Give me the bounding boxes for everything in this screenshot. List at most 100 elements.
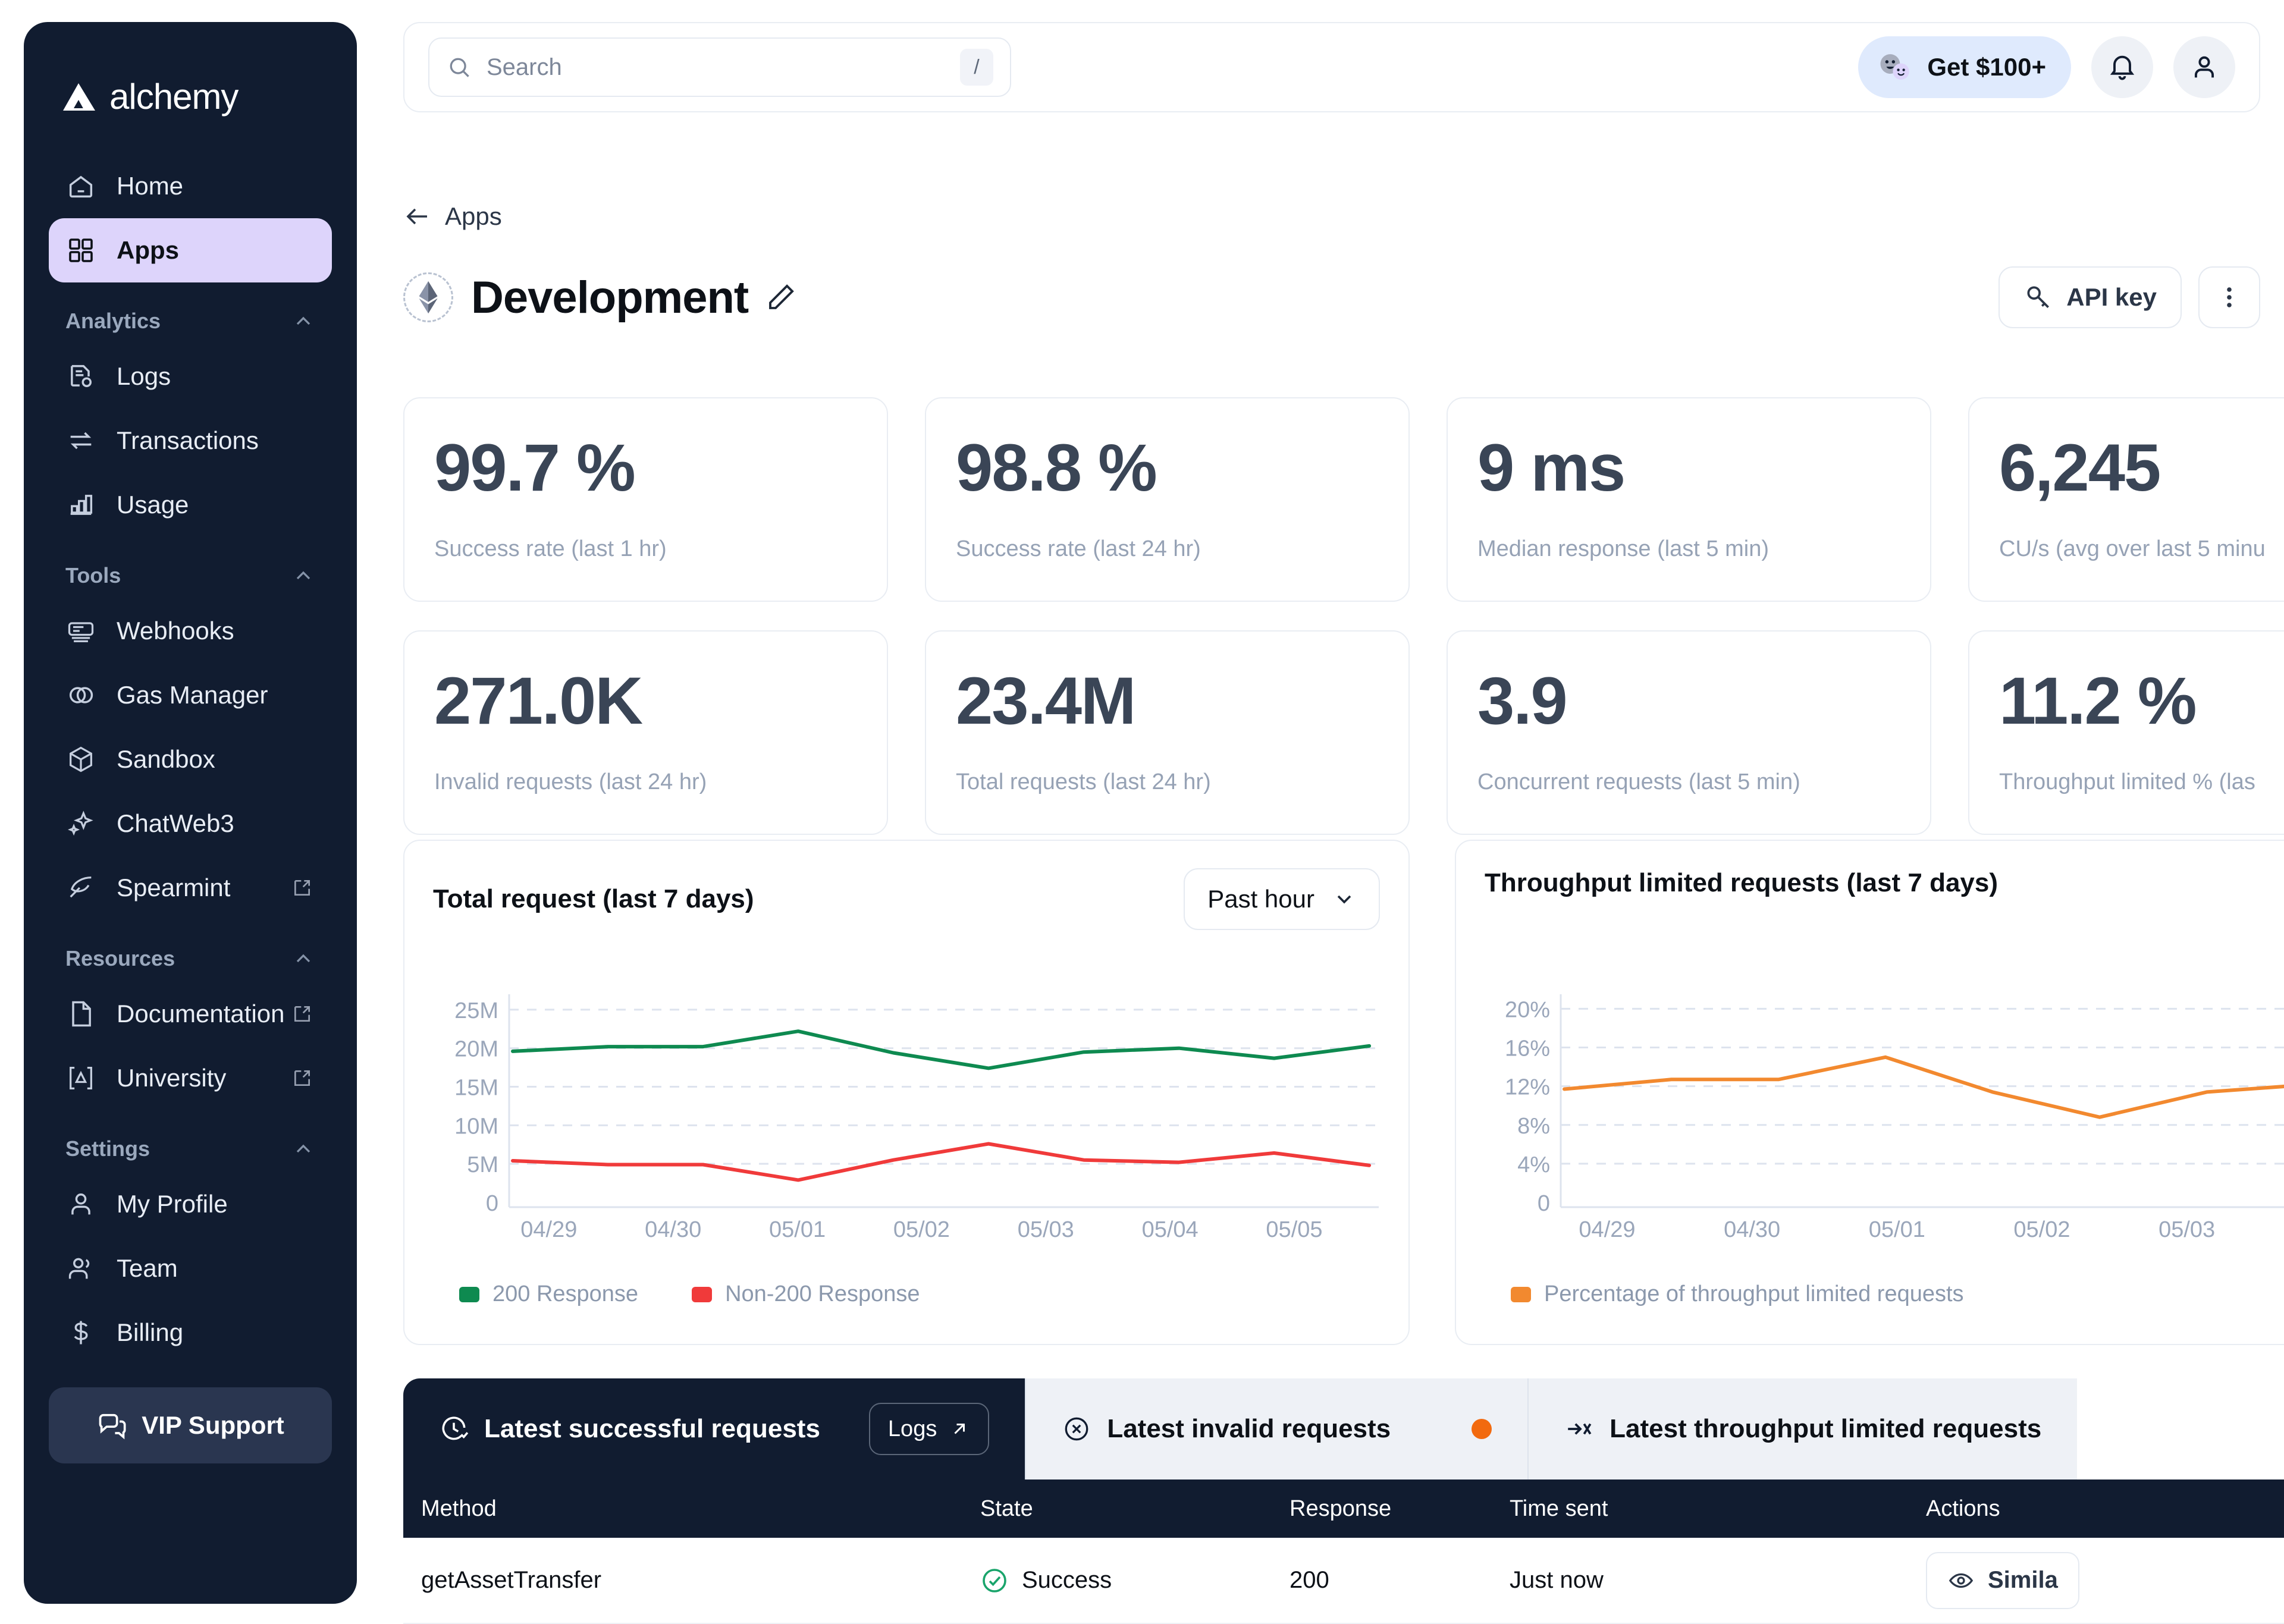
sidebar-item-label: University xyxy=(117,1064,226,1092)
cell-method: getAssetTransfer xyxy=(403,1567,980,1594)
arrow-up-right-icon xyxy=(949,1418,970,1440)
sidebar-item-team[interactable]: Team xyxy=(49,1236,332,1301)
transactions-icon xyxy=(65,425,96,456)
sidebar-item-transactions[interactable]: Transactions xyxy=(49,409,332,473)
sidebar-item-apps[interactable]: Apps xyxy=(49,218,332,282)
api-key-button[interactable]: API key xyxy=(1999,266,2182,328)
svg-text:04/29: 04/29 xyxy=(1579,1217,1635,1239)
breadcrumb-label: Apps xyxy=(445,202,502,231)
cell-state: Success xyxy=(980,1566,1290,1595)
sidebar-item-sandbox[interactable]: Sandbox xyxy=(49,727,332,791)
sidebar-nav: Home Apps Analytics Logs xyxy=(24,123,357,1365)
pencil-icon[interactable] xyxy=(765,281,797,313)
svg-text:05/05: 05/05 xyxy=(1266,1217,1322,1239)
svg-text:04/30: 04/30 xyxy=(645,1217,701,1239)
charts-row: Total request (last 7 days) Past hour 25… xyxy=(403,840,2284,1345)
logs-button-label: Logs xyxy=(888,1416,937,1442)
page-title-row: Development API key xyxy=(403,266,2260,328)
stat-label: Success rate (last 24 hr) xyxy=(956,536,1379,562)
tab-latest-invalid-requests[interactable]: Latest invalid requests xyxy=(1026,1378,1527,1479)
time-range-select[interactable]: Past hour xyxy=(1184,868,1380,930)
sidebar-section-tools[interactable]: Tools xyxy=(49,537,332,599)
logs-button[interactable]: Logs xyxy=(869,1403,989,1455)
stat-card-row: 271.0K Invalid requests (last 24 hr) 23.… xyxy=(403,630,2284,835)
sidebar-item-gas-manager[interactable]: Gas Manager xyxy=(49,663,332,727)
legend-item[interactable]: Non-200 Response xyxy=(692,1281,920,1307)
legend-item[interactable]: 200 Response xyxy=(459,1281,638,1307)
vip-support-button[interactable]: VIP Support xyxy=(49,1387,332,1463)
svg-text:4%: 4% xyxy=(1517,1152,1550,1177)
top-bar: Search / Get $100+ xyxy=(403,22,2260,112)
stat-card: 98.8 % Success rate (last 24 hr) xyxy=(925,397,1410,602)
usage-bar-chart-icon xyxy=(65,489,96,520)
sidebar-section-settings[interactable]: Settings xyxy=(49,1110,332,1172)
cell-state-label: Success xyxy=(1022,1567,1112,1594)
sidebar-item-label: Home xyxy=(117,172,183,200)
sidebar-item-label: Gas Manager xyxy=(117,681,268,709)
chevron-up-icon xyxy=(291,564,315,588)
svg-text:05/01: 05/01 xyxy=(769,1217,826,1239)
more-menu-button[interactable] xyxy=(2198,266,2260,328)
stat-value: 98.8 % xyxy=(956,433,1379,503)
clock-success-icon xyxy=(439,1414,469,1444)
tab-label: Latest throughput limited requests xyxy=(1610,1414,2041,1444)
stat-label: Total requests (last 24 hr) xyxy=(956,769,1379,795)
stat-label: CU/s (avg over last 5 minu xyxy=(1999,536,2284,562)
svg-text:04/30: 04/30 xyxy=(1724,1217,1780,1239)
account-button[interactable] xyxy=(2173,36,2235,98)
sidebar-section-resources[interactable]: Resources xyxy=(49,920,332,982)
sidebar-item-logs[interactable]: Logs xyxy=(49,344,332,409)
sidebar-item-label: Spearmint xyxy=(117,874,230,902)
vip-support-label: VIP Support xyxy=(142,1411,284,1440)
sidebar-item-label: Apps xyxy=(117,236,179,265)
stat-value: 9 ms xyxy=(1477,433,1900,503)
sidebar-item-home[interactable]: Home xyxy=(49,154,332,218)
tab-latest-successful-requests[interactable]: Latest successful requests Logs xyxy=(403,1378,1025,1479)
table-row[interactable]: getAssetTransfer Success 200 Just now Si… xyxy=(403,1538,2284,1624)
tab-bar: Latest successful requests Logs Latest i… xyxy=(403,1378,2284,1479)
stat-label: Median response (last 5 min) xyxy=(1477,536,1900,562)
two-faces-icon xyxy=(1877,52,1914,83)
stat-card: 99.7 % Success rate (last 1 hr) xyxy=(403,397,888,602)
stat-value: 6,245 xyxy=(1999,433,2284,503)
sidebar-item-label: Logs xyxy=(117,362,171,391)
sidebar-item-university[interactable]: University xyxy=(49,1046,332,1110)
svg-text:05/04: 05/04 xyxy=(1142,1217,1199,1239)
get-credits-button[interactable]: Get $100+ xyxy=(1858,36,2071,98)
breadcrumb[interactable]: Apps xyxy=(403,202,502,231)
similar-button[interactable]: Simila xyxy=(1926,1552,2079,1609)
chevron-up-icon xyxy=(291,1137,315,1161)
sidebar-item-spearmint[interactable]: Spearmint xyxy=(49,856,332,920)
stat-card: 9 ms Median response (last 5 min) xyxy=(1447,397,1931,602)
chart-title: Throughput limited requests (last 7 days… xyxy=(1485,868,1998,898)
sidebar: alchemy Home Apps Analytics xyxy=(24,22,357,1604)
notifications-button[interactable] xyxy=(2091,36,2153,98)
sidebar-item-my-profile[interactable]: My Profile xyxy=(49,1172,332,1236)
sidebar-item-chatweb3[interactable]: ChatWeb3 xyxy=(49,791,332,856)
legend-swatch xyxy=(692,1287,712,1302)
brand[interactable]: alchemy xyxy=(24,58,357,123)
legend-item[interactable]: Percentage of throughput limited request… xyxy=(1511,1281,1964,1307)
cell-time-sent: Just now xyxy=(1510,1567,1926,1594)
tab-latest-throughput-limited-requests[interactable]: Latest throughput limited requests xyxy=(1529,1378,2077,1479)
sidebar-item-documentation[interactable]: Documentation xyxy=(49,982,332,1046)
stat-value: 23.4M xyxy=(956,666,1379,736)
sidebar-item-webhooks[interactable]: Webhooks xyxy=(49,599,332,663)
chart-legend: Percentage of throughput limited request… xyxy=(1511,1281,1964,1307)
sidebar-section-analytics[interactable]: Analytics xyxy=(49,282,332,344)
kebab-menu-icon xyxy=(2215,283,2244,312)
svg-text:16%: 16% xyxy=(1505,1036,1550,1061)
chart-plot: 20%16%12%8%4%004/2904/3005/0105/0205/030… xyxy=(1485,990,2284,1239)
stat-card: 271.0K Invalid requests (last 24 hr) xyxy=(403,630,888,835)
sidebar-item-billing[interactable]: Billing xyxy=(49,1301,332,1365)
svg-text:12%: 12% xyxy=(1505,1075,1550,1100)
search-input[interactable]: Search / xyxy=(428,37,1011,97)
time-range-value: Past hour xyxy=(1207,885,1314,913)
sidebar-item-usage[interactable]: Usage xyxy=(49,473,332,537)
tab-label: Latest invalid requests xyxy=(1107,1414,1391,1444)
svg-text:8%: 8% xyxy=(1517,1114,1550,1139)
chart-plot: 25M20M15M10M5M004/2904/3005/0105/0205/03… xyxy=(433,990,1385,1239)
chart-legend: 200 Response Non-200 Response xyxy=(459,1281,920,1307)
stat-cards: 99.7 % Success rate (last 1 hr) 98.8 % S… xyxy=(403,397,2284,863)
svg-text:10M: 10M xyxy=(454,1114,498,1139)
